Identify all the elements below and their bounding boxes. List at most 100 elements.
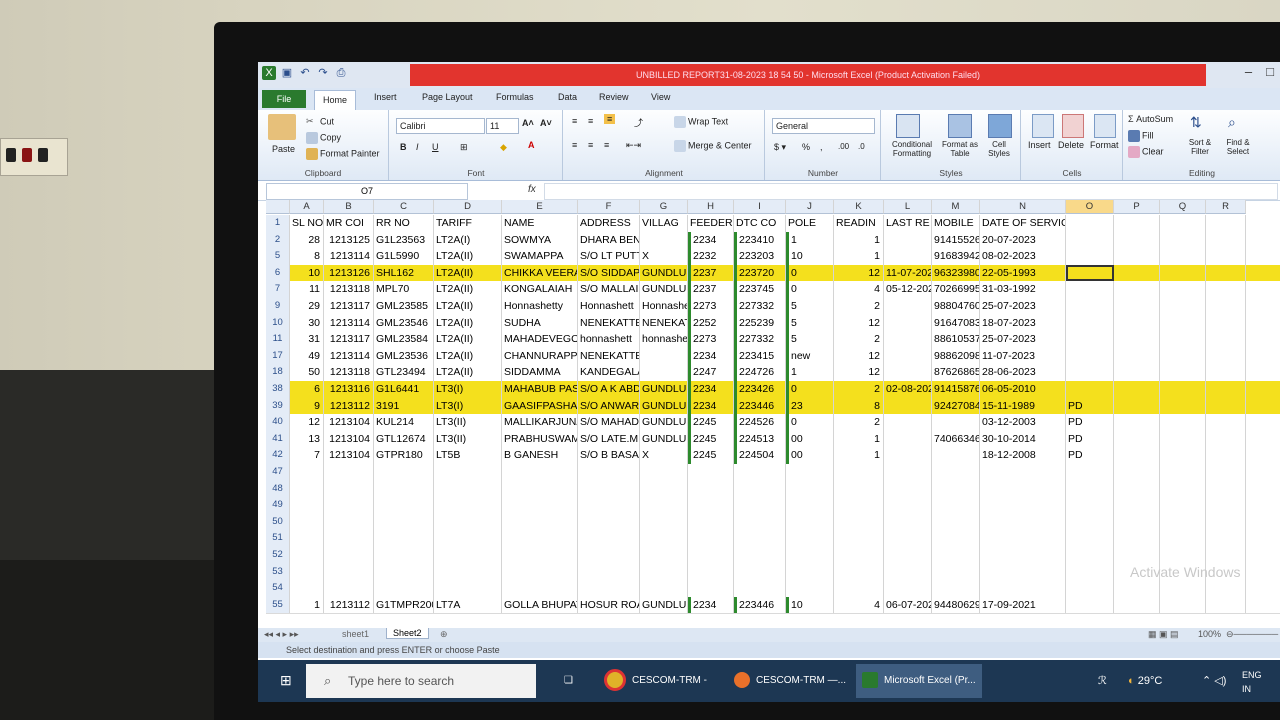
table-cell[interactable] — [502, 547, 578, 564]
table-cell[interactable]: 23 — [786, 397, 834, 415]
table-cell[interactable]: CHANNURAPP — [502, 347, 578, 365]
table-cell[interactable] — [786, 513, 834, 531]
table-cell[interactable] — [1206, 447, 1246, 464]
table-cell[interactable]: 11-07-202 — [884, 264, 932, 282]
table-cell[interactable]: 91415526C — [932, 231, 980, 249]
table-cell[interactable]: 0 — [786, 264, 834, 282]
table-cell[interactable]: GML23546 — [374, 314, 434, 332]
table-cell[interactable]: B GANESH — [502, 447, 578, 464]
table-cell[interactable] — [324, 547, 374, 564]
insert-cells-button[interactable]: Insert — [1028, 140, 1051, 150]
table-cell[interactable]: 0 — [786, 281, 834, 298]
table-cell[interactable]: 223410 — [734, 231, 786, 249]
table-cell[interactable]: KUL214 — [374, 414, 434, 431]
table-cell[interactable] — [502, 530, 578, 547]
table-cell[interactable] — [1206, 497, 1246, 514]
table-cell[interactable] — [324, 530, 374, 547]
table-cell[interactable] — [1066, 381, 1114, 398]
table-cell[interactable] — [834, 547, 884, 564]
table-cell[interactable]: 30 — [290, 314, 324, 332]
table-cell[interactable]: S/O MAHAD — [578, 414, 640, 431]
table-cell[interactable] — [932, 480, 980, 498]
table-cell[interactable] — [1206, 430, 1246, 448]
row-number[interactable]: 53 — [266, 563, 290, 581]
table-cell[interactable]: 1 — [834, 231, 884, 249]
tab-page-layout[interactable]: Page Layout — [422, 92, 473, 102]
table-cell[interactable]: KONGALAIAH — [502, 281, 578, 298]
table-cell[interactable] — [324, 513, 374, 531]
table-cell[interactable] — [290, 580, 324, 597]
header-cell[interactable]: ADDRESS — [578, 215, 640, 232]
table-cell[interactable]: 02-08-202 — [884, 381, 932, 398]
table-cell[interactable] — [884, 430, 932, 448]
table-cell[interactable] — [1160, 497, 1206, 514]
table-cell[interactable]: 1 — [290, 596, 324, 614]
table-cell[interactable]: LT2A(I) — [434, 231, 502, 249]
table-cell[interactable]: 31-03-1992 — [980, 281, 1066, 298]
table-cell[interactable]: 223720 — [734, 264, 786, 282]
fx-icon[interactable]: fx — [528, 184, 536, 195]
table-cell[interactable]: 10 — [786, 596, 834, 614]
table-cell[interactable] — [578, 464, 640, 481]
table-cell[interactable]: 2234 — [688, 397, 734, 415]
table-cell[interactable] — [374, 530, 434, 547]
row-number[interactable]: 47 — [266, 464, 290, 481]
table-cell[interactable] — [688, 513, 734, 531]
table-cell[interactable]: 223426 — [734, 381, 786, 398]
tab-data[interactable]: Data — [558, 92, 577, 102]
table-cell[interactable]: GTL12674 — [374, 430, 434, 448]
table-cell[interactable]: LT3(I) — [434, 381, 502, 398]
table-cell[interactable] — [734, 563, 786, 581]
table-cell[interactable] — [434, 480, 502, 498]
table-cell[interactable] — [1114, 497, 1160, 514]
format-cells-button[interactable]: Format — [1090, 140, 1119, 150]
table-cell[interactable]: 1213114 — [324, 248, 374, 265]
row-number[interactable]: 49 — [266, 497, 290, 514]
row-number[interactable]: 2 — [266, 231, 290, 249]
new-sheet-icon[interactable]: ⊕ — [440, 629, 448, 640]
weather-widget[interactable]: ◐ 29°C — [1128, 660, 1162, 702]
table-cell[interactable]: S/O LATE.M — [578, 430, 640, 448]
table-cell[interactable]: GML23585 — [374, 298, 434, 315]
table-cell[interactable]: 12 — [834, 264, 884, 282]
name-box[interactable]: O7 — [266, 183, 468, 200]
column-header[interactable]: C — [374, 200, 434, 214]
merge-center-button[interactable]: Merge & Center — [674, 140, 752, 152]
table-cell[interactable] — [1206, 248, 1246, 265]
taskbar-excel[interactable]: Microsoft Excel (Pr... — [856, 664, 982, 698]
table-cell[interactable] — [290, 480, 324, 498]
table-cell[interactable]: 1213114 — [324, 347, 374, 365]
table-cell[interactable] — [1114, 464, 1160, 481]
table-cell[interactable]: 10 — [290, 264, 324, 282]
table-cell[interactable]: 2273 — [688, 331, 734, 348]
table-cell[interactable]: 30-10-2014 — [980, 430, 1066, 448]
network-icon[interactable]: ⌃ ◁) — [1202, 660, 1226, 702]
fill-color-icon[interactable]: ◆ — [500, 142, 507, 153]
table-cell[interactable] — [1206, 298, 1246, 315]
table-cell[interactable] — [734, 513, 786, 531]
table-cell[interactable] — [578, 513, 640, 531]
table-cell[interactable]: DHARA BENDRE NAGAR — [578, 231, 640, 249]
table-cell[interactable] — [1206, 580, 1246, 597]
table-cell[interactable]: 15-11-1989 — [980, 397, 1066, 415]
table-cell[interactable] — [884, 497, 932, 514]
table-cell[interactable]: 28 — [290, 231, 324, 249]
table-cell[interactable]: 5 — [786, 298, 834, 315]
table-cell[interactable] — [734, 547, 786, 564]
table-cell[interactable] — [502, 497, 578, 514]
table-cell[interactable]: 2232 — [688, 248, 734, 265]
row-number[interactable]: 40 — [266, 414, 290, 431]
table-cell[interactable] — [640, 530, 688, 547]
table-cell[interactable] — [1206, 231, 1246, 249]
table-cell[interactable]: 12 — [834, 347, 884, 365]
row-number[interactable]: 38 — [266, 381, 290, 398]
table-cell[interactable] — [932, 563, 980, 581]
table-cell[interactable] — [786, 530, 834, 547]
page-view-icons[interactable]: ▦ ▣ ▤ — [1148, 629, 1179, 640]
header-cell[interactable]: READIN — [834, 215, 884, 232]
table-cell[interactable]: 0 — [786, 414, 834, 431]
redo-icon[interactable]: ↷ — [316, 66, 330, 80]
table-cell[interactable] — [1160, 231, 1206, 249]
table-cell[interactable] — [688, 480, 734, 498]
table-cell[interactable]: 5 — [786, 331, 834, 348]
